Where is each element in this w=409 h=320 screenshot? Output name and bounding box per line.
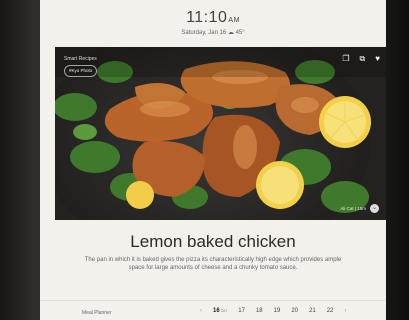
day-today-suffix: SAT [220, 309, 228, 313]
hero-tag[interactable]: #Kyo Photo [64, 65, 98, 77]
clock: 11:10AM [40, 9, 386, 27]
day-label: 16 [213, 308, 220, 314]
day-selector: ‹ 16SAT 17 18 19 20 21 22 › [200, 308, 346, 314]
status-bar: 11:10AM Saturday, Jan 16 ☁ 45° [40, 0, 386, 48]
recipe-title: Lemon baked chicken [130, 232, 296, 251]
hero-header: Smart Recipes #Kyo Photo [64, 55, 98, 77]
recipe-hero-image[interactable]: Smart Recipes #Kyo Photo ❐ ⧉ ♥ Ali Cat |… [55, 47, 386, 220]
recipe-description: The pan in which it is baked gives the p… [84, 257, 342, 271]
bookmark-icon[interactable]: ❐ [342, 55, 349, 63]
day-item[interactable]: 22 [327, 308, 334, 314]
day-item[interactable]: 21 [309, 308, 316, 314]
fridge-screen: 11:10AM Saturday, Jan 16 ☁ 45° Smart Rec… [40, 0, 386, 320]
meal-planner-label: Meal Planner [82, 310, 112, 316]
day-item[interactable]: 17 [238, 308, 245, 314]
hero-section-label: Smart Recipes [64, 56, 97, 62]
cast-icon[interactable]: ⧉ [360, 55, 366, 63]
hero-actions: ❐ ⧉ ♥ [342, 55, 380, 63]
clock-time: 11:10 [186, 9, 228, 26]
hero-footer: Ali Cat | 15m ⌄ [340, 204, 379, 213]
chicken-photo [55, 47, 386, 220]
clock-ampm: AM [228, 17, 240, 24]
next-week-button[interactable]: › [344, 308, 346, 314]
meal-planner-bar: Meal Planner ‹ 16SAT 17 18 19 20 21 22 › [40, 300, 386, 320]
date-weather: Saturday, Jan 16 ☁ 45° [181, 30, 245, 36]
hero-caption: Ali Cat | 15m [340, 206, 366, 211]
prev-week-button[interactable]: ‹ [200, 308, 202, 314]
day-today[interactable]: 16SAT [213, 308, 227, 314]
day-item[interactable]: 19 [274, 308, 281, 314]
chevron-down-icon[interactable]: ⌄ [370, 204, 379, 213]
heart-icon[interactable]: ♥ [375, 55, 380, 63]
day-item[interactable]: 20 [291, 308, 298, 314]
day-item[interactable]: 18 [256, 308, 263, 314]
